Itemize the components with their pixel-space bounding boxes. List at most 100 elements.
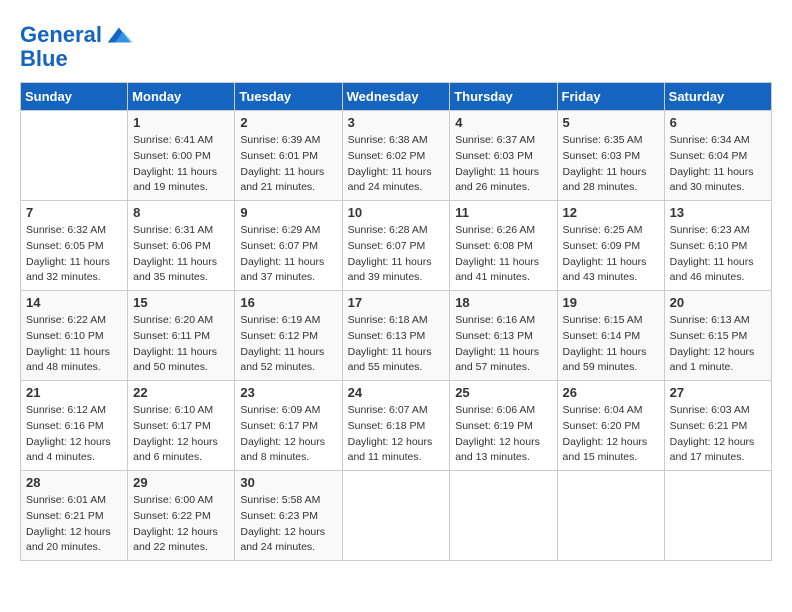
- calendar-cell: 11 Sunrise: 6:26 AMSunset: 6:08 PMDayligh…: [450, 201, 557, 291]
- calendar-cell: 17 Sunrise: 6:18 AMSunset: 6:13 PMDayligh…: [342, 291, 450, 381]
- calendar-cell: 8 Sunrise: 6:31 AMSunset: 6:06 PMDaylight…: [128, 201, 235, 291]
- day-number: 6: [670, 115, 766, 130]
- day-number: 8: [133, 205, 229, 220]
- calendar-cell: 4 Sunrise: 6:37 AMSunset: 6:03 PMDaylight…: [450, 111, 557, 201]
- calendar-cell: [342, 471, 450, 561]
- day-number: 18: [455, 295, 551, 310]
- weekday-header: Tuesday: [235, 83, 342, 111]
- day-number: 5: [563, 115, 659, 130]
- day-info: Sunrise: 6:13 AMSunset: 6:15 PMDaylight:…: [670, 313, 766, 376]
- day-info: Sunrise: 6:26 AMSunset: 6:08 PMDaylight:…: [455, 223, 551, 286]
- calendar-cell: 13 Sunrise: 6:23 AMSunset: 6:10 PMDayligh…: [664, 201, 771, 291]
- calendar-cell: 27 Sunrise: 6:03 AMSunset: 6:21 PMDayligh…: [664, 381, 771, 471]
- day-info: Sunrise: 6:38 AMSunset: 6:02 PMDaylight:…: [348, 133, 445, 196]
- day-info: Sunrise: 6:35 AMSunset: 6:03 PMDaylight:…: [563, 133, 659, 196]
- day-info: Sunrise: 6:10 AMSunset: 6:17 PMDaylight:…: [133, 403, 229, 466]
- weekday-header: Saturday: [664, 83, 771, 111]
- calendar-cell: 18 Sunrise: 6:16 AMSunset: 6:13 PMDayligh…: [450, 291, 557, 381]
- day-number: 12: [563, 205, 659, 220]
- weekday-header: Wednesday: [342, 83, 450, 111]
- day-info: Sunrise: 6:20 AMSunset: 6:11 PMDaylight:…: [133, 313, 229, 376]
- logo-icon: [104, 20, 134, 50]
- day-number: 11: [455, 205, 551, 220]
- day-info: Sunrise: 6:18 AMSunset: 6:13 PMDaylight:…: [348, 313, 445, 376]
- calendar-cell: 19 Sunrise: 6:15 AMSunset: 6:14 PMDayligh…: [557, 291, 664, 381]
- day-number: 23: [240, 385, 336, 400]
- calendar-cell: 6Sunrise: 6:34 AMSunset: 6:04 PMDaylight…: [664, 111, 771, 201]
- day-number: 13: [670, 205, 766, 220]
- calendar-cell: 25 Sunrise: 6:06 AMSunset: 6:19 PMDayligh…: [450, 381, 557, 471]
- calendar-cell: [664, 471, 771, 561]
- day-number: 17: [348, 295, 445, 310]
- weekday-header: Thursday: [450, 83, 557, 111]
- day-info: Sunrise: 6:25 AMSunset: 6:09 PMDaylight:…: [563, 223, 659, 286]
- day-number: 19: [563, 295, 659, 310]
- page-header: General Blue: [20, 20, 772, 72]
- calendar-cell: 24Sunrise: 6:07 AMSunset: 6:18 PMDayligh…: [342, 381, 450, 471]
- day-info: Sunrise: 6:03 AMSunset: 6:21 PMDaylight:…: [670, 403, 766, 466]
- calendar-cell: 21 Sunrise: 6:12 AMSunset: 6:16 PMDayligh…: [21, 381, 128, 471]
- calendar-cell: 1 Sunrise: 6:41 AMSunset: 6:00 PMDaylight…: [128, 111, 235, 201]
- calendar-cell: [21, 111, 128, 201]
- calendar-cell: 15 Sunrise: 6:20 AMSunset: 6:11 PMDayligh…: [128, 291, 235, 381]
- day-info: Sunrise: 6:31 AMSunset: 6:06 PMDaylight:…: [133, 223, 229, 286]
- day-info: Sunrise: 5:58 AMSunset: 6:23 PMDaylight:…: [240, 493, 336, 556]
- day-info: Sunrise: 6:37 AMSunset: 6:03 PMDaylight:…: [455, 133, 551, 196]
- calendar-cell: 26 Sunrise: 6:04 AMSunset: 6:20 PMDayligh…: [557, 381, 664, 471]
- weekday-header: Monday: [128, 83, 235, 111]
- day-number: 26: [563, 385, 659, 400]
- day-number: 21: [26, 385, 122, 400]
- day-info: Sunrise: 6:41 AMSunset: 6:00 PMDaylight:…: [133, 133, 229, 196]
- calendar-cell: 28 Sunrise: 6:01 AMSunset: 6:21 PMDayligh…: [21, 471, 128, 561]
- day-number: 1: [133, 115, 229, 130]
- day-number: 24: [348, 385, 445, 400]
- calendar-cell: [557, 471, 664, 561]
- calendar-cell: [450, 471, 557, 561]
- calendar-cell: 3 Sunrise: 6:38 AMSunset: 6:02 PMDaylight…: [342, 111, 450, 201]
- calendar-cell: 9 Sunrise: 6:29 AMSunset: 6:07 PMDaylight…: [235, 201, 342, 291]
- day-info: Sunrise: 6:32 AMSunset: 6:05 PMDaylight:…: [26, 223, 122, 286]
- day-info: Sunrise: 6:01 AMSunset: 6:21 PMDaylight:…: [26, 493, 122, 556]
- day-number: 25: [455, 385, 551, 400]
- day-info: Sunrise: 6:23 AMSunset: 6:10 PMDaylight:…: [670, 223, 766, 286]
- calendar-cell: 23 Sunrise: 6:09 AMSunset: 6:17 PMDayligh…: [235, 381, 342, 471]
- day-number: 15: [133, 295, 229, 310]
- calendar-cell: 12 Sunrise: 6:25 AMSunset: 6:09 PMDayligh…: [557, 201, 664, 291]
- weekday-header: Friday: [557, 83, 664, 111]
- day-info: Sunrise: 6:09 AMSunset: 6:17 PMDaylight:…: [240, 403, 336, 466]
- day-number: 10: [348, 205, 445, 220]
- logo: General Blue: [20, 20, 134, 72]
- day-number: 29: [133, 475, 229, 490]
- day-info: Sunrise: 6:22 AMSunset: 6:10 PMDaylight:…: [26, 313, 122, 376]
- day-info: Sunrise: 6:00 AMSunset: 6:22 PMDaylight:…: [133, 493, 229, 556]
- calendar-cell: 22 Sunrise: 6:10 AMSunset: 6:17 PMDayligh…: [128, 381, 235, 471]
- day-info: Sunrise: 6:06 AMSunset: 6:19 PMDaylight:…: [455, 403, 551, 466]
- weekday-header: Sunday: [21, 83, 128, 111]
- day-info: Sunrise: 6:16 AMSunset: 6:13 PMDaylight:…: [455, 313, 551, 376]
- calendar-cell: 7Sunrise: 6:32 AMSunset: 6:05 PMDaylight…: [21, 201, 128, 291]
- day-info: Sunrise: 6:15 AMSunset: 6:14 PMDaylight:…: [563, 313, 659, 376]
- day-number: 22: [133, 385, 229, 400]
- calendar-cell: 5 Sunrise: 6:35 AMSunset: 6:03 PMDaylight…: [557, 111, 664, 201]
- day-number: 27: [670, 385, 766, 400]
- day-info: Sunrise: 6:19 AMSunset: 6:12 PMDaylight:…: [240, 313, 336, 376]
- day-info: Sunrise: 6:12 AMSunset: 6:16 PMDaylight:…: [26, 403, 122, 466]
- day-number: 4: [455, 115, 551, 130]
- day-info: Sunrise: 6:29 AMSunset: 6:07 PMDaylight:…: [240, 223, 336, 286]
- day-number: 9: [240, 205, 336, 220]
- day-info: Sunrise: 6:04 AMSunset: 6:20 PMDaylight:…: [563, 403, 659, 466]
- day-number: 28: [26, 475, 122, 490]
- calendar-table: SundayMondayTuesdayWednesdayThursdayFrid…: [20, 82, 772, 561]
- calendar-cell: 2 Sunrise: 6:39 AMSunset: 6:01 PMDaylight…: [235, 111, 342, 201]
- calendar-cell: 30 Sunrise: 5:58 AMSunset: 6:23 PMDayligh…: [235, 471, 342, 561]
- day-info: Sunrise: 6:39 AMSunset: 6:01 PMDaylight:…: [240, 133, 336, 196]
- calendar-cell: 16 Sunrise: 6:19 AMSunset: 6:12 PMDayligh…: [235, 291, 342, 381]
- calendar-cell: 20Sunrise: 6:13 AMSunset: 6:15 PMDayligh…: [664, 291, 771, 381]
- day-number: 16: [240, 295, 336, 310]
- day-number: 2: [240, 115, 336, 130]
- calendar-cell: 14Sunrise: 6:22 AMSunset: 6:10 PMDayligh…: [21, 291, 128, 381]
- calendar-cell: 29 Sunrise: 6:00 AMSunset: 6:22 PMDayligh…: [128, 471, 235, 561]
- logo-text: General: [20, 23, 102, 47]
- day-number: 3: [348, 115, 445, 130]
- day-number: 30: [240, 475, 336, 490]
